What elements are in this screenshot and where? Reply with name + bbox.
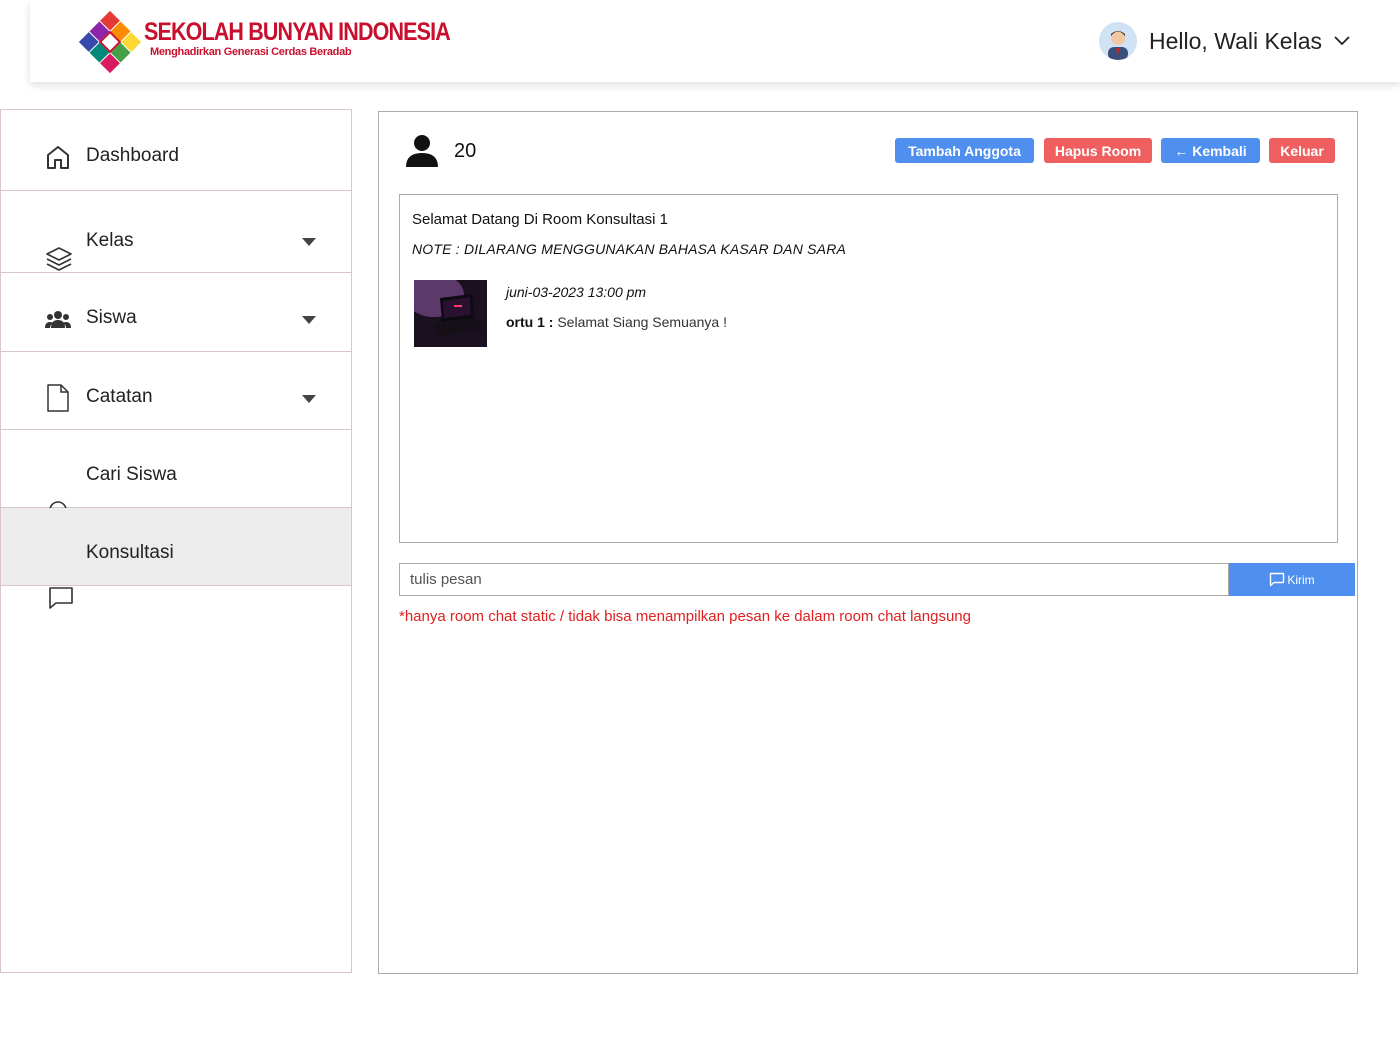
sidebar-item-label: Siswa xyxy=(86,307,137,328)
caret-down-icon[interactable] xyxy=(302,395,316,403)
layers-icon xyxy=(46,247,72,271)
sidebar-item-label: Dashboard xyxy=(86,145,179,166)
top-header: SEKOLAH BUNYAN INDONESIA Menghadirkan Ge… xyxy=(30,0,1400,82)
message-sender: ortu 1 : xyxy=(506,314,554,330)
sidebar-item-label: Konsultasi xyxy=(86,542,174,563)
sidebar-item-dashboard[interactable]: Dashboard xyxy=(1,112,351,191)
message-text: Selamat Siang Semuanya ! xyxy=(557,314,727,330)
user-greeting: Hello, Wali Kelas xyxy=(1149,27,1322,54)
message-input[interactable] xyxy=(399,563,1229,596)
sidebar-item-label: Cari Siswa xyxy=(86,464,177,485)
chevron-down-icon[interactable] xyxy=(1332,31,1352,51)
sidebar-item-label: Kelas xyxy=(86,230,134,251)
chat-messages-area[interactable]: Selamat Datang Di Room Konsultasi 1 NOTE… xyxy=(399,194,1338,543)
sidebar-item-konsultasi[interactable]: Konsultasi xyxy=(1,508,351,586)
user-icon xyxy=(406,135,438,167)
chat-icon xyxy=(1270,572,1285,587)
message-text-row: ortu 1 : Selamat Siang Semuanya ! xyxy=(506,314,727,330)
chat-icon xyxy=(49,587,73,609)
room-note: NOTE : DILARANG MENGGUNAKAN BAHASA KASAR… xyxy=(412,241,847,257)
home-icon xyxy=(47,146,69,169)
sidebar-item-kelas[interactable]: Kelas xyxy=(1,192,351,273)
sidebar-item-catatan[interactable]: Catatan xyxy=(1,352,351,430)
sidebar-item-siswa[interactable]: Siswa xyxy=(1,274,351,352)
member-count: 20 xyxy=(454,140,477,162)
add-member-button[interactable]: Tambah Anggota xyxy=(895,138,1034,163)
message-compose-row: Kirim xyxy=(399,563,1355,596)
caret-down-icon[interactable] xyxy=(302,316,316,324)
welcome-text: Selamat Datang Di Room Konsultasi 1 xyxy=(412,211,668,228)
brand-tagline: Menghadirkan Generasi Cerdas Beradab xyxy=(150,46,352,58)
users-icon xyxy=(45,311,71,328)
document-icon xyxy=(47,384,69,412)
sidebar-item-label: Catatan xyxy=(86,386,153,407)
static-chat-warning: *hanya room chat static / tidak bisa men… xyxy=(399,608,971,625)
message-image[interactable] xyxy=(414,280,487,347)
brand-title: SEKOLAH BUNYAN INDONESIA xyxy=(144,18,451,46)
sidebar-item-cari-siswa[interactable]: Cari Siswa xyxy=(1,430,351,525)
back-button[interactable]: ← Kembali xyxy=(1161,138,1260,163)
chat-room-panel: 20 Tambah Anggota Hapus Room ← Kembali K… xyxy=(378,111,1358,974)
message-timestamp: juni-03-2023 13:00 pm xyxy=(506,284,647,300)
sidebar: Dashboard Kelas Siswa Catatan Cari Siswa… xyxy=(0,109,352,973)
send-button[interactable]: Kirim xyxy=(1229,563,1355,596)
leave-button[interactable]: Keluar xyxy=(1269,138,1335,163)
caret-down-icon[interactable] xyxy=(302,238,316,246)
send-button-label: Kirim xyxy=(1287,572,1315,587)
delete-room-button[interactable]: Hapus Room xyxy=(1044,138,1152,163)
user-menu[interactable]: Hello, Wali Kelas xyxy=(1099,22,1352,60)
avatar xyxy=(1099,22,1138,60)
school-logo xyxy=(78,10,142,74)
